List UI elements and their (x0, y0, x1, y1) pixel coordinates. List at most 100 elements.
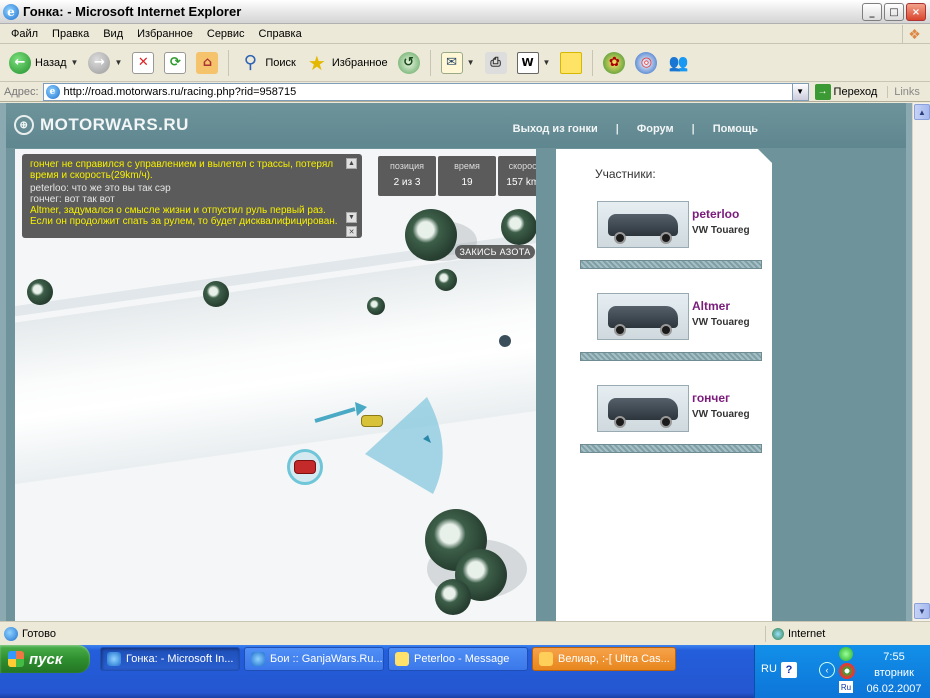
go-arrow-icon: → (814, 83, 831, 100)
taskbar-item-ganjawars[interactable]: Бои :: GanjaWars.Ru... (244, 647, 384, 671)
edit-button[interactable]: W ▼ (514, 48, 554, 78)
mail-dropdown-icon[interactable]: ▼ (467, 58, 475, 67)
start-label: пуск (29, 650, 63, 668)
addon-button-2[interactable]: ◎ (632, 48, 660, 78)
back-button[interactable]: ← Назад ▼ (6, 48, 81, 78)
scroll-up-icon[interactable]: ▲ (914, 104, 930, 120)
forward-button[interactable]: → ▼ (85, 48, 125, 78)
menu-tools[interactable]: Сервис (200, 28, 252, 40)
tray-clock[interactable]: 7:55 вторник 06.02.2007 (859, 649, 929, 697)
address-dropdown-icon[interactable]: ▼ (791, 83, 808, 100)
mail-icon: ✉ (440, 51, 463, 74)
home-button[interactable]: ⌂ (193, 48, 221, 78)
icq-flower-icon[interactable] (839, 663, 855, 679)
message-task-icon (395, 652, 409, 666)
maximize-button[interactable]: □ (884, 3, 904, 21)
participant-name[interactable]: Altmer (692, 299, 730, 313)
stop-button[interactable]: ✕ (129, 48, 157, 78)
nitro-button[interactable]: ЗАКИСЬ АЗОТА (455, 245, 535, 259)
search-button[interactable]: ⚲ Поиск (236, 48, 298, 78)
menu-help[interactable]: Справка (252, 28, 309, 40)
participant-progress-bar (580, 444, 762, 453)
taskbar-item-race[interactable]: Гонка: - Microsoft In... (100, 647, 240, 671)
taskbar-item-message[interactable]: Peterloo - Message (388, 647, 528, 671)
scroll-down-icon[interactable]: ▼ (914, 603, 930, 619)
close-button[interactable]: × (906, 3, 926, 21)
menu-edit[interactable]: Правка (45, 28, 96, 40)
nav-help[interactable]: Помощь (713, 123, 758, 135)
address-url[interactable]: http://road.motorwars.ru/racing.php?rid=… (64, 86, 297, 98)
menu-favorites[interactable]: Избранное (130, 28, 200, 40)
sticky-note-icon (560, 51, 583, 74)
car-photo (597, 385, 689, 432)
menu-bar: Файл Правка Вид Избранное Сервис Справка… (0, 24, 930, 44)
back-arrow-icon: ← (9, 51, 31, 74)
page-status-icon (4, 626, 18, 641)
address-input[interactable]: e http://road.motorwars.ru/racing.php?ri… (42, 82, 809, 101)
note-button[interactable] (557, 48, 585, 78)
clock-date: 06.02.2007 (866, 683, 922, 695)
menu-file[interactable]: Файл (4, 28, 45, 40)
start-button[interactable]: пуск (0, 645, 90, 673)
history-button[interactable]: ↺ (395, 48, 423, 78)
steering-cone[interactable] (365, 397, 443, 494)
participant-name[interactable]: гончег (692, 391, 730, 405)
participant-car-model: VW Touareg (692, 225, 750, 236)
messenger-people-icon: 👥 (668, 53, 689, 72)
participant-card[interactable]: peterloo VW Touareg (580, 201, 762, 269)
vertical-scrollbar[interactable]: ▲ ▼ (912, 103, 930, 621)
site-logo[interactable]: ⊕ MOTORWARS.RU (14, 115, 189, 135)
toolbar-separator (228, 49, 230, 76)
toolbar: ← Назад ▼ → ▼ ✕ ⟳ ⌂ ⚲ Поиск ★ Избранное … (0, 44, 930, 82)
nav-exit-race[interactable]: Выход из гонки (513, 123, 598, 135)
target-addon-icon: ◎ (635, 51, 658, 74)
chat-close-icon[interactable]: ✕ (346, 226, 357, 237)
print-button[interactable]: ⎙ (482, 48, 510, 78)
taskbar: пуск Гонка: - Microsoft In... Бои :: Gan… (0, 645, 930, 698)
messenger-button[interactable]: 👥 (664, 48, 692, 78)
task-label: Велиар, :-[ Ultra Cas... (558, 653, 670, 665)
car-photo (597, 201, 689, 248)
participant-car-model: VW Touareg (692, 317, 750, 328)
links-button[interactable]: Links (887, 85, 920, 98)
race-game-area[interactable]: гончег не справился с управлением и выле… (15, 149, 536, 621)
site-logo-text: MOTORWARS.RU (40, 115, 189, 134)
minimize-button[interactable]: _ (862, 3, 882, 21)
chat-scroll-down-icon[interactable]: ▼ (346, 212, 357, 223)
chat-scroll-up-icon[interactable]: ▲ (346, 158, 357, 169)
favorites-button[interactable]: ★ Избранное (303, 48, 391, 78)
stat-value: 157 km/h (506, 177, 536, 188)
refresh-button[interactable]: ⟳ (161, 48, 189, 78)
home-icon: ⌂ (196, 51, 219, 74)
back-dropdown-icon[interactable]: ▼ (71, 58, 79, 67)
participant-card[interactable]: гончег VW Touareg (580, 385, 762, 453)
help-tray-icon[interactable]: ? (781, 662, 797, 678)
addon-button-1[interactable]: ✿ (600, 48, 628, 78)
participants-title: Участники: (595, 167, 656, 181)
stat-speed: скорость 157 km/h (498, 156, 536, 196)
opponent-car-yellow (361, 415, 383, 427)
messenger-tray-icon[interactable] (839, 647, 853, 661)
site-nav: Выход из гонки | Форум | Помощь (513, 123, 758, 135)
mail-button[interactable]: ✉ ▼ (438, 48, 478, 78)
participant-name[interactable]: peterloo (692, 207, 739, 221)
show-hidden-icons-icon[interactable]: ‹ (819, 662, 835, 678)
participants-panel: Участники: peterloo VW Touareg Altmer VW… (556, 149, 772, 621)
go-button[interactable]: → Переход (814, 83, 877, 100)
stat-position: позиция 2 из 3 (378, 156, 436, 196)
edit-dropdown-icon[interactable]: ▼ (543, 58, 551, 67)
player-car[interactable] (287, 449, 323, 485)
menu-view[interactable]: Вид (96, 28, 130, 40)
language-indicator[interactable]: RU (761, 663, 777, 675)
security-zone: Internet (765, 626, 825, 642)
favorites-label: Избранное (331, 56, 388, 69)
keyboard-layout-icon[interactable]: Ru (839, 681, 853, 693)
taskbar-item-chat[interactable]: Велиар, :-[ Ultra Cas... (532, 647, 676, 671)
nav-forum[interactable]: Форум (637, 123, 674, 135)
participant-card[interactable]: Altmer VW Touareg (580, 293, 762, 361)
forward-dropdown-icon[interactable]: ▼ (114, 58, 122, 67)
chat-line: Altmer, задумался о смысле жизни и отпус… (30, 205, 326, 216)
ie-icon: e (3, 3, 19, 20)
search-label: Поиск (265, 56, 296, 69)
direction-arrow-head (355, 402, 367, 416)
